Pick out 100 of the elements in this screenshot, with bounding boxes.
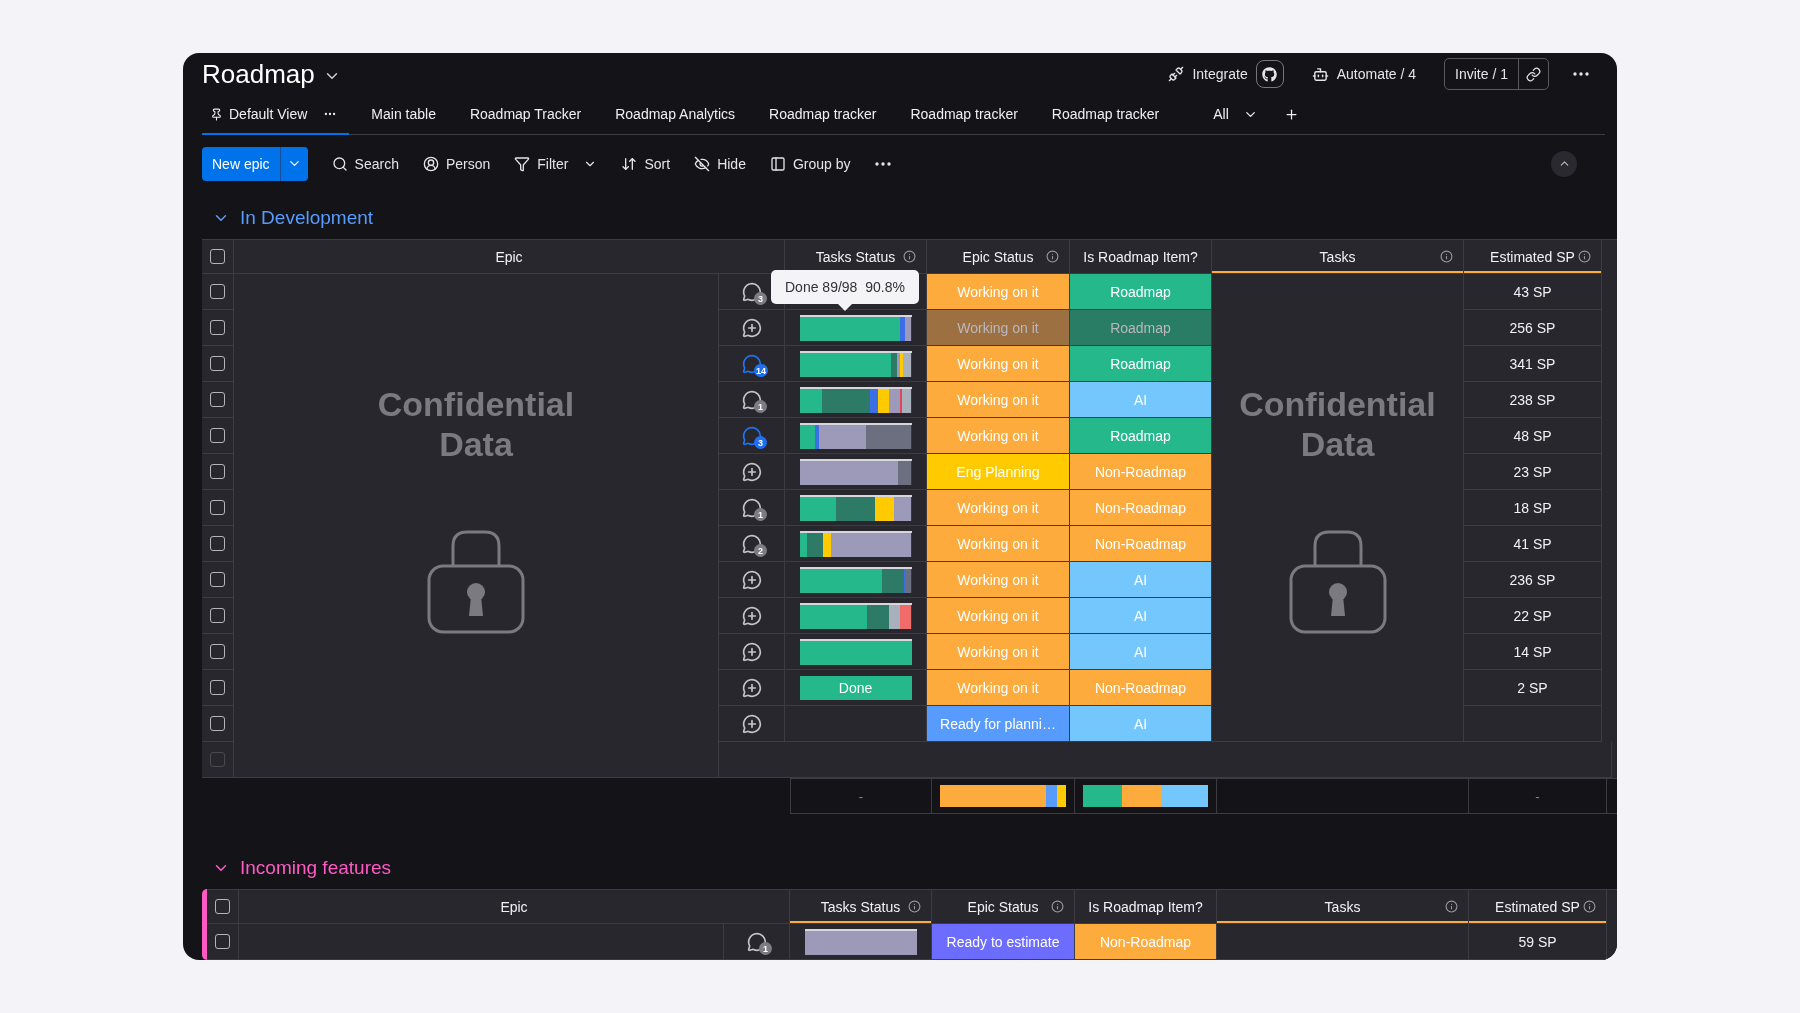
add-comment-icon[interactable] <box>741 713 762 734</box>
estimate-value: 238 SP <box>1509 391 1556 408</box>
checkbox[interactable] <box>210 428 225 443</box>
info-icon[interactable] <box>903 250 916 263</box>
add-comment-icon[interactable] <box>741 569 762 590</box>
estimate-value: 256 SP <box>1509 319 1556 336</box>
status-bar-drawing[interactable] <box>799 422 912 449</box>
comment-count-badge: 3 <box>754 436 767 449</box>
add-comment-icon[interactable] <box>741 317 762 338</box>
column-header[interactable]: Epic Status <box>927 240 1070 274</box>
checkbox[interactable] <box>210 716 225 731</box>
status-label[interactable]: Ready to estimate <box>932 924 1074 959</box>
status-bar-drawing[interactable] <box>799 530 912 557</box>
add-comment-icon[interactable] <box>741 461 762 482</box>
comment-icon[interactable] <box>741 425 762 446</box>
checkbox[interactable] <box>210 356 225 371</box>
estimate-value: 14 SP <box>1513 643 1552 660</box>
column-header[interactable]: Tasks <box>1217 890 1469 924</box>
toolbar-button[interactable]: Group by <box>769 155 851 172</box>
column-header[interactable]: Tasks Status <box>790 890 932 924</box>
comment-count-badge: 14 <box>754 364 768 377</box>
status-bar-drawing[interactable] <box>799 386 912 413</box>
toolbar-button[interactable]: Search <box>331 155 399 172</box>
checkbox[interactable] <box>210 392 225 407</box>
all-views-dropdown[interactable]: All <box>1205 95 1270 135</box>
column-header[interactable]: Is Roadmap Item? <box>1070 240 1212 274</box>
automate-button[interactable]: Automate / 4 <box>1311 65 1417 83</box>
column-header[interactable]: Epic <box>234 240 785 274</box>
status-bar-drawing[interactable] <box>799 638 912 665</box>
column-header[interactable]: Epic Status <box>932 890 1075 924</box>
status-bar-drawing[interactable] <box>799 458 912 485</box>
info-icon[interactable] <box>1046 250 1059 263</box>
column-header[interactable]: Estimated SP <box>1469 890 1607 924</box>
checkbox[interactable] <box>210 249 225 264</box>
checkbox[interactable] <box>210 680 225 695</box>
column-header[interactable]: Epic <box>239 890 790 924</box>
view-tab[interactable]: Roadmap Analytics <box>607 95 748 135</box>
info-icon[interactable] <box>1440 250 1453 263</box>
info-icon[interactable] <box>908 900 921 913</box>
comment-icon[interactable] <box>741 389 762 410</box>
checkbox[interactable] <box>210 284 225 299</box>
group-title[interactable]: In Development <box>240 207 374 229</box>
toolbar-button[interactable]: Person <box>422 155 491 172</box>
view-tab[interactable]: Roadmap tracker <box>1043 95 1172 135</box>
comment-icon[interactable] <box>741 533 762 554</box>
status-bar-drawing[interactable] <box>799 314 912 341</box>
add-comment-icon[interactable] <box>741 677 762 698</box>
toolbar-button[interactable]: Sort <box>621 155 671 172</box>
status-bar-drawing[interactable] <box>799 350 912 377</box>
comment-count-badge: 1 <box>759 942 772 955</box>
estimate-value: 41 SP <box>1513 535 1552 552</box>
info-icon[interactable] <box>1583 900 1596 913</box>
view-tab[interactable]: Default View <box>202 95 350 135</box>
column-title: Epic <box>500 898 528 915</box>
checkbox[interactable] <box>210 572 225 587</box>
comment-icon[interactable] <box>741 281 762 302</box>
estimate-value: 23 SP <box>1513 463 1552 480</box>
toolbar-button[interactable]: Hide <box>694 155 746 172</box>
checkbox[interactable] <box>210 536 225 551</box>
estimate-value: 18 SP <box>1513 499 1552 516</box>
group-title[interactable]: Incoming features <box>240 857 392 879</box>
add-comment-icon[interactable] <box>741 641 762 662</box>
more-icon <box>874 161 891 166</box>
info-icon[interactable] <box>1445 900 1458 913</box>
comment-icon[interactable] <box>741 497 762 518</box>
tooltip: Done 89/98 90.8% <box>771 270 919 311</box>
checkbox[interactable] <box>210 644 225 659</box>
checkbox[interactable] <box>215 899 230 914</box>
status-bar-drawing[interactable] <box>799 566 912 593</box>
more-button[interactable] <box>1573 72 1589 76</box>
column-header[interactable]: Tasks <box>1212 240 1464 274</box>
checkbox[interactable] <box>210 608 225 623</box>
add-view-icon[interactable] <box>1283 107 1299 122</box>
view-tab[interactable]: Main table <box>363 95 448 135</box>
group-icon <box>769 155 786 172</box>
view-tab[interactable]: Roadmap Tracker <box>461 95 594 135</box>
estimate-value: 48 SP <box>1513 427 1552 444</box>
column-header[interactable]: Is Roadmap Item? <box>1075 890 1217 924</box>
view-tab[interactable]: Roadmap tracker <box>902 95 1030 135</box>
toolbar-button[interactable]: Filter <box>514 155 598 172</box>
info-icon[interactable] <box>1051 900 1064 913</box>
status-bar-drawing[interactable] <box>799 494 912 521</box>
checkbox[interactable] <box>210 320 225 335</box>
more-button[interactable] <box>874 161 891 166</box>
view-tab[interactable]: Roadmap tracker <box>761 95 889 135</box>
add-comment-icon[interactable] <box>741 605 762 626</box>
integrate-button[interactable]: Integrate <box>1168 60 1284 88</box>
column-title: Estimated SP <box>1490 248 1575 265</box>
estimate-value: 341 SP <box>1509 355 1556 372</box>
comment-icon[interactable] <box>746 931 767 952</box>
board-title: Roadmap <box>202 58 315 90</box>
info-icon[interactable] <box>1578 250 1591 263</box>
checkbox[interactable] <box>215 934 230 949</box>
checkbox[interactable] <box>210 500 225 515</box>
checkbox[interactable] <box>210 464 225 479</box>
column-header[interactable]: Estimated SP <box>1464 240 1602 274</box>
status-bar-drawing[interactable] <box>804 928 917 955</box>
pin-icon <box>210 107 223 121</box>
column-title: Tasks Status <box>820 898 901 915</box>
status-bar-drawing[interactable] <box>799 602 912 629</box>
